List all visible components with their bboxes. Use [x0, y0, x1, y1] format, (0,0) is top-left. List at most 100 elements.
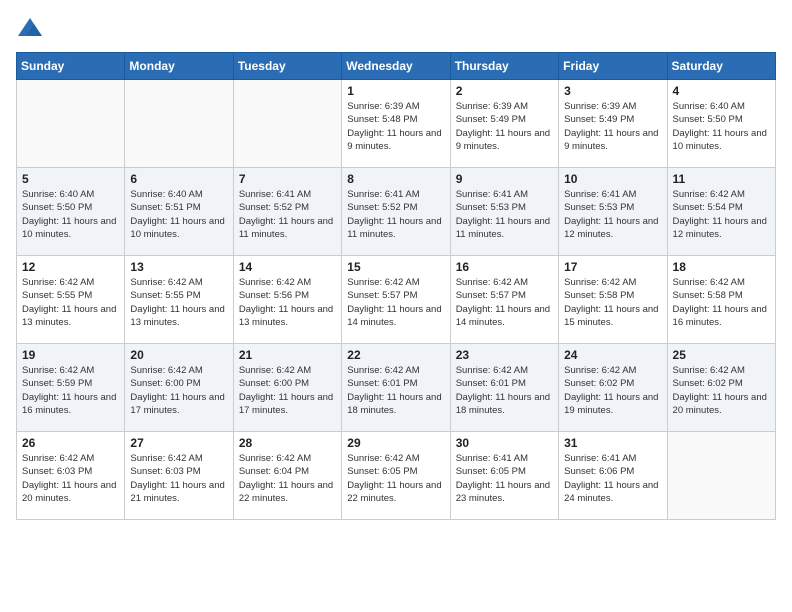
- day-number: 19: [22, 348, 119, 362]
- day-number: 29: [347, 436, 444, 450]
- cell-info: Sunrise: 6:42 AMSunset: 6:02 PMDaylight:…: [564, 364, 661, 417]
- calendar-cell: 23 Sunrise: 6:42 AMSunset: 6:01 PMDayligh…: [450, 344, 558, 432]
- calendar-cell: 22 Sunrise: 6:42 AMSunset: 6:01 PMDayligh…: [342, 344, 450, 432]
- cell-info: Sunrise: 6:42 AMSunset: 6:01 PMDaylight:…: [347, 364, 444, 417]
- day-number: 5: [22, 172, 119, 186]
- day-number: 6: [130, 172, 227, 186]
- calendar-week-row: 12 Sunrise: 6:42 AMSunset: 5:55 PMDayligh…: [17, 256, 776, 344]
- cell-info: Sunrise: 6:42 AMSunset: 5:59 PMDaylight:…: [22, 364, 119, 417]
- calendar-cell: 18 Sunrise: 6:42 AMSunset: 5:58 PMDayligh…: [667, 256, 775, 344]
- day-number: 21: [239, 348, 336, 362]
- day-number: 23: [456, 348, 553, 362]
- cell-info: Sunrise: 6:39 AMSunset: 5:48 PMDaylight:…: [347, 100, 444, 153]
- day-number: 10: [564, 172, 661, 186]
- weekday-header-tuesday: Tuesday: [233, 53, 341, 80]
- weekday-header-row: SundayMondayTuesdayWednesdayThursdayFrid…: [17, 53, 776, 80]
- calendar-cell: 14 Sunrise: 6:42 AMSunset: 5:56 PMDayligh…: [233, 256, 341, 344]
- calendar-cell: 10 Sunrise: 6:41 AMSunset: 5:53 PMDayligh…: [559, 168, 667, 256]
- calendar-cell: 21 Sunrise: 6:42 AMSunset: 6:00 PMDayligh…: [233, 344, 341, 432]
- day-number: 9: [456, 172, 553, 186]
- cell-info: Sunrise: 6:42 AMSunset: 6:03 PMDaylight:…: [22, 452, 119, 505]
- calendar-cell: 1 Sunrise: 6:39 AMSunset: 5:48 PMDaylight…: [342, 80, 450, 168]
- day-number: 30: [456, 436, 553, 450]
- cell-info: Sunrise: 6:40 AMSunset: 5:51 PMDaylight:…: [130, 188, 227, 241]
- cell-info: Sunrise: 6:42 AMSunset: 5:58 PMDaylight:…: [673, 276, 770, 329]
- calendar-cell: 12 Sunrise: 6:42 AMSunset: 5:55 PMDayligh…: [17, 256, 125, 344]
- calendar-cell: 20 Sunrise: 6:42 AMSunset: 6:00 PMDayligh…: [125, 344, 233, 432]
- day-number: 11: [673, 172, 770, 186]
- calendar-cell: 11 Sunrise: 6:42 AMSunset: 5:54 PMDayligh…: [667, 168, 775, 256]
- calendar-cell: 28 Sunrise: 6:42 AMSunset: 6:04 PMDayligh…: [233, 432, 341, 520]
- cell-info: Sunrise: 6:42 AMSunset: 5:57 PMDaylight:…: [456, 276, 553, 329]
- logo: [16, 16, 48, 40]
- day-number: 3: [564, 84, 661, 98]
- weekday-header-wednesday: Wednesday: [342, 53, 450, 80]
- cell-info: Sunrise: 6:42 AMSunset: 6:00 PMDaylight:…: [239, 364, 336, 417]
- calendar-cell: 8 Sunrise: 6:41 AMSunset: 5:52 PMDaylight…: [342, 168, 450, 256]
- day-number: 17: [564, 260, 661, 274]
- calendar-week-row: 19 Sunrise: 6:42 AMSunset: 5:59 PMDayligh…: [17, 344, 776, 432]
- day-number: 28: [239, 436, 336, 450]
- calendar-cell: 5 Sunrise: 6:40 AMSunset: 5:50 PMDaylight…: [17, 168, 125, 256]
- calendar-cell: [125, 80, 233, 168]
- calendar-cell: [233, 80, 341, 168]
- cell-info: Sunrise: 6:41 AMSunset: 5:53 PMDaylight:…: [564, 188, 661, 241]
- calendar-cell: 30Sunrise: 6:41 AMSunset: 6:05 PMDayligh…: [450, 432, 558, 520]
- cell-info: Sunrise: 6:41 AMSunset: 5:52 PMDaylight:…: [347, 188, 444, 241]
- cell-info: Sunrise: 6:42 AMSunset: 5:56 PMDaylight:…: [239, 276, 336, 329]
- cell-info: Sunrise: 6:42 AMSunset: 6:04 PMDaylight:…: [239, 452, 336, 505]
- day-number: 8: [347, 172, 444, 186]
- cell-info: Sunrise: 6:42 AMSunset: 5:58 PMDaylight:…: [564, 276, 661, 329]
- day-number: 4: [673, 84, 770, 98]
- day-number: 31: [564, 436, 661, 450]
- cell-info: Sunrise: 6:42 AMSunset: 6:00 PMDaylight:…: [130, 364, 227, 417]
- day-number: 1: [347, 84, 444, 98]
- day-number: 13: [130, 260, 227, 274]
- weekday-header-thursday: Thursday: [450, 53, 558, 80]
- day-number: 7: [239, 172, 336, 186]
- day-number: 14: [239, 260, 336, 274]
- cell-info: Sunrise: 6:39 AMSunset: 5:49 PMDaylight:…: [564, 100, 661, 153]
- calendar-cell: 15 Sunrise: 6:42 AMSunset: 5:57 PMDayligh…: [342, 256, 450, 344]
- calendar-cell: 17 Sunrise: 6:42 AMSunset: 5:58 PMDayligh…: [559, 256, 667, 344]
- logo-icon: [16, 16, 44, 40]
- calendar-cell: 2 Sunrise: 6:39 AMSunset: 5:49 PMDaylight…: [450, 80, 558, 168]
- calendar-table: SundayMondayTuesdayWednesdayThursdayFrid…: [16, 52, 776, 520]
- day-number: 26: [22, 436, 119, 450]
- calendar-cell: 3 Sunrise: 6:39 AMSunset: 5:49 PMDaylight…: [559, 80, 667, 168]
- cell-info: Sunrise: 6:42 AMSunset: 5:54 PMDaylight:…: [673, 188, 770, 241]
- cell-info: Sunrise: 6:42 AMSunset: 6:05 PMDaylight:…: [347, 452, 444, 505]
- calendar-cell: 13 Sunrise: 6:42 AMSunset: 5:55 PMDayligh…: [125, 256, 233, 344]
- calendar-cell: 9Sunrise: 6:41 AMSunset: 5:53 PMDaylight…: [450, 168, 558, 256]
- weekday-header-sunday: Sunday: [17, 53, 125, 80]
- day-number: 20: [130, 348, 227, 362]
- weekday-header-saturday: Saturday: [667, 53, 775, 80]
- cell-info: Sunrise: 6:42 AMSunset: 5:55 PMDaylight:…: [130, 276, 227, 329]
- cell-info: Sunrise: 6:41 AMSunset: 5:52 PMDaylight:…: [239, 188, 336, 241]
- cell-info: Sunrise: 6:42 AMSunset: 5:55 PMDaylight:…: [22, 276, 119, 329]
- weekday-header-friday: Friday: [559, 53, 667, 80]
- cell-info: Sunrise: 6:42 AMSunset: 5:57 PMDaylight:…: [347, 276, 444, 329]
- day-number: 18: [673, 260, 770, 274]
- calendar-week-row: 26 Sunrise: 6:42 AMSunset: 6:03 PMDayligh…: [17, 432, 776, 520]
- day-number: 12: [22, 260, 119, 274]
- calendar-cell: [667, 432, 775, 520]
- day-number: 2: [456, 84, 553, 98]
- cell-info: Sunrise: 6:39 AMSunset: 5:49 PMDaylight:…: [456, 100, 553, 153]
- calendar-cell: 19 Sunrise: 6:42 AMSunset: 5:59 PMDayligh…: [17, 344, 125, 432]
- cell-info: Sunrise: 6:42 AMSunset: 6:01 PMDaylight:…: [456, 364, 553, 417]
- calendar-cell: 4Sunrise: 6:40 AMSunset: 5:50 PMDaylight…: [667, 80, 775, 168]
- day-number: 22: [347, 348, 444, 362]
- page-header: [16, 16, 776, 40]
- calendar-week-row: 1 Sunrise: 6:39 AMSunset: 5:48 PMDaylight…: [17, 80, 776, 168]
- day-number: 27: [130, 436, 227, 450]
- calendar-cell: 16Sunrise: 6:42 AMSunset: 5:57 PMDayligh…: [450, 256, 558, 344]
- cell-info: Sunrise: 6:40 AMSunset: 5:50 PMDaylight:…: [22, 188, 119, 241]
- calendar-cell: 26 Sunrise: 6:42 AMSunset: 6:03 PMDayligh…: [17, 432, 125, 520]
- calendar-cell: 25Sunrise: 6:42 AMSunset: 6:02 PMDayligh…: [667, 344, 775, 432]
- cell-info: Sunrise: 6:42 AMSunset: 6:02 PMDaylight:…: [673, 364, 770, 417]
- calendar-cell: 6 Sunrise: 6:40 AMSunset: 5:51 PMDaylight…: [125, 168, 233, 256]
- calendar-cell: 31Sunrise: 6:41 AMSunset: 6:06 PMDayligh…: [559, 432, 667, 520]
- calendar-cell: [17, 80, 125, 168]
- day-number: 15: [347, 260, 444, 274]
